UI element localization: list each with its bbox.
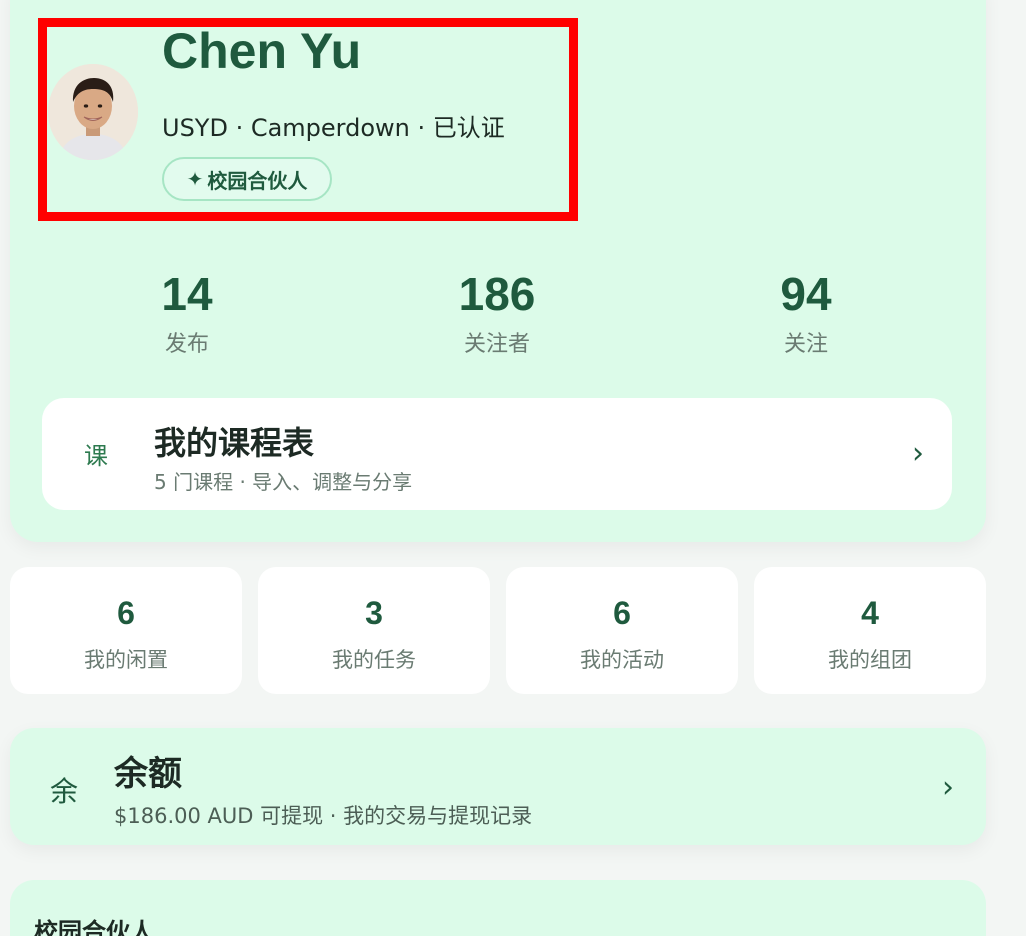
section-title: 校园合伙人 [34, 918, 154, 936]
stat-value: 94 [780, 268, 832, 320]
balance-card[interactable]: 余 余额 $186.00 AUD 可提现 · 我的交易与提现记录 › [10, 728, 986, 845]
stat-label: 关注者 [463, 332, 530, 358]
stats-row: 14 发布 186 关注者 94 关注 [10, 270, 986, 360]
tile-label: 我的任务 [332, 648, 416, 672]
stat-posts[interactable]: 14 发布 [97, 270, 277, 358]
course-icon: 课 [84, 442, 108, 470]
chevron-right-icon: › [912, 436, 924, 471]
chevron-right-icon: › [942, 770, 954, 805]
tile-label: 我的组团 [828, 648, 912, 672]
tile-count: 6 [117, 595, 135, 631]
stat-following[interactable]: 94 关注 [716, 270, 896, 358]
tile-label: 我的闲置 [84, 648, 168, 672]
tile-count: 4 [861, 595, 879, 631]
schedule-title: 我的课程表 [154, 424, 315, 462]
tile-my-idle-items[interactable]: 6 我的闲置 [10, 567, 242, 694]
tile-count: 6 [613, 595, 631, 631]
tile-my-groups[interactable]: 4 我的组团 [754, 567, 986, 694]
stat-value: 14 [161, 268, 213, 320]
tile-count: 3 [365, 595, 383, 631]
stat-label: 关注 [783, 332, 828, 358]
course-schedule-card[interactable]: 课 我的课程表 5 门课程 · 导入、调整与分享 › [42, 398, 952, 510]
balance-subtitle: $186.00 AUD 可提现 · 我的交易与提现记录 [114, 804, 533, 828]
tile-my-events[interactable]: 6 我的活动 [506, 567, 738, 694]
balance-title: 余额 [114, 754, 182, 794]
campus-partner-section[interactable]: 校园合伙人 [10, 880, 986, 936]
schedule-subtitle: 5 门课程 · 导入、调整与分享 [154, 470, 413, 494]
profile-page: Chen Yu USYD · Camperdown · 已认证 ✦ 校园合伙人 … [0, 0, 1026, 936]
stat-followers[interactable]: 186 关注者 [407, 270, 587, 358]
stat-label: 发布 [164, 332, 209, 358]
highlight-annotation-box [38, 18, 578, 221]
stat-value: 186 [458, 268, 536, 320]
balance-icon: 余 [50, 775, 79, 808]
tile-my-tasks[interactable]: 3 我的任务 [258, 567, 490, 694]
tile-label: 我的活动 [580, 648, 664, 672]
